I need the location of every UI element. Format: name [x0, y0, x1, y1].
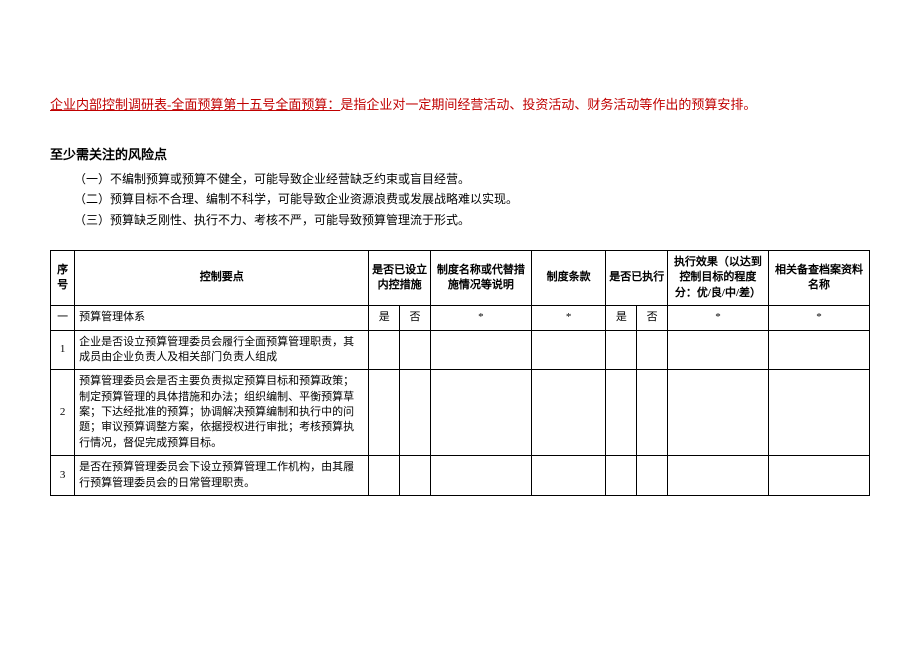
table-header-row: 序号 控制要点 是否已设立内控措施 制度名称或代替措施情况等说明 制度条款 是否… — [51, 250, 870, 305]
cell-empty — [768, 330, 869, 370]
col-clause: 制度条款 — [531, 250, 606, 305]
cell-empty — [637, 330, 668, 370]
risk-heading: 至少需关注的风险点 — [50, 144, 870, 163]
col-executed: 是否已执行 — [606, 250, 667, 305]
col-has-control: 是否已设立内控措施 — [369, 250, 430, 305]
cell-star: * — [768, 306, 869, 330]
cell-empty — [606, 456, 637, 496]
cell-empty — [531, 456, 606, 496]
title-main: 企业内部控制调研表-全面预算第十五号全面预算： — [50, 97, 340, 112]
risk-item-1: （一）不编制预算或预算不健全，可能导致企业经营缺乏约束或盲目经营。 — [50, 169, 870, 189]
cell-empty — [606, 370, 637, 456]
col-point: 控制要点 — [75, 250, 369, 305]
row-text: 企业是否设立预算管理委员会履行全面预算管理职责，其成员由企业负责人及相关部门负责… — [75, 330, 369, 370]
col-desc: 制度名称或代替措施情况等说明 — [430, 250, 531, 305]
row-num: 1 — [51, 330, 75, 370]
table-row: 1 企业是否设立预算管理委员会履行全面预算管理职责，其成员由企业负责人及相关部门… — [51, 330, 870, 370]
section-num: 一 — [51, 306, 75, 330]
cell-empty — [768, 456, 869, 496]
cell-empty — [531, 330, 606, 370]
cell-empty — [637, 456, 668, 496]
cell-star: * — [667, 306, 768, 330]
risk-item-2: （二）预算目标不合理、编制不科学，可能导致企业资源浪费或发展战略难以实现。 — [50, 189, 870, 209]
title-rest: 是指企业对一定期间经营活动、投资活动、财务活动等作出的预算安排。 — [340, 97, 756, 112]
cell-empty — [430, 330, 531, 370]
cell-empty — [667, 456, 768, 496]
cell-yes: 是 — [369, 306, 400, 330]
cell-empty — [400, 330, 431, 370]
row-num: 3 — [51, 456, 75, 496]
cell-empty — [531, 370, 606, 456]
cell-empty — [637, 370, 668, 456]
control-table: 序号 控制要点 是否已设立内控措施 制度名称或代替措施情况等说明 制度条款 是否… — [50, 250, 870, 496]
cell-empty — [400, 370, 431, 456]
col-seq: 序号 — [51, 250, 75, 305]
section-name: 预算管理体系 — [75, 306, 369, 330]
cell-empty — [667, 330, 768, 370]
cell-empty — [430, 456, 531, 496]
cell-empty — [400, 456, 431, 496]
row-text: 预算管理委员会是否主要负责拟定预算目标和预算政策；制定预算管理的具体措施和办法；… — [75, 370, 369, 456]
cell-empty — [768, 370, 869, 456]
col-file: 相关备查档案资料名称 — [768, 250, 869, 305]
cell-empty — [369, 330, 400, 370]
row-num: 2 — [51, 370, 75, 456]
cell-empty — [369, 370, 400, 456]
cell-no: 否 — [637, 306, 668, 330]
cell-empty — [667, 370, 768, 456]
document-title: 企业内部控制调研表-全面预算第十五号全面预算：是指企业对一定期间经营活动、投资活… — [50, 95, 870, 116]
cell-no: 否 — [400, 306, 431, 330]
section-row: 一 预算管理体系 是 否 * * 是 否 * * — [51, 306, 870, 330]
cell-star: * — [531, 306, 606, 330]
cell-yes: 是 — [606, 306, 637, 330]
cell-star: * — [430, 306, 531, 330]
table-row: 2 预算管理委员会是否主要负责拟定预算目标和预算政策；制定预算管理的具体措施和办… — [51, 370, 870, 456]
row-text: 是否在预算管理委员会下设立预算管理工作机构，由其履行预算管理委员会的日常管理职责… — [75, 456, 369, 496]
cell-empty — [430, 370, 531, 456]
cell-empty — [606, 330, 637, 370]
risk-section: 至少需关注的风险点 （一）不编制预算或预算不健全，可能导致企业经营缺乏约束或盲目… — [50, 144, 870, 230]
cell-empty — [369, 456, 400, 496]
col-effect: 执行效果（以达到控制目标的程度分：优/良/中/差） — [667, 250, 768, 305]
table-row: 3 是否在预算管理委员会下设立预算管理工作机构，由其履行预算管理委员会的日常管理… — [51, 456, 870, 496]
risk-item-3: （三）预算缺乏刚性、执行不力、考核不严，可能导致预算管理流于形式。 — [50, 210, 870, 230]
